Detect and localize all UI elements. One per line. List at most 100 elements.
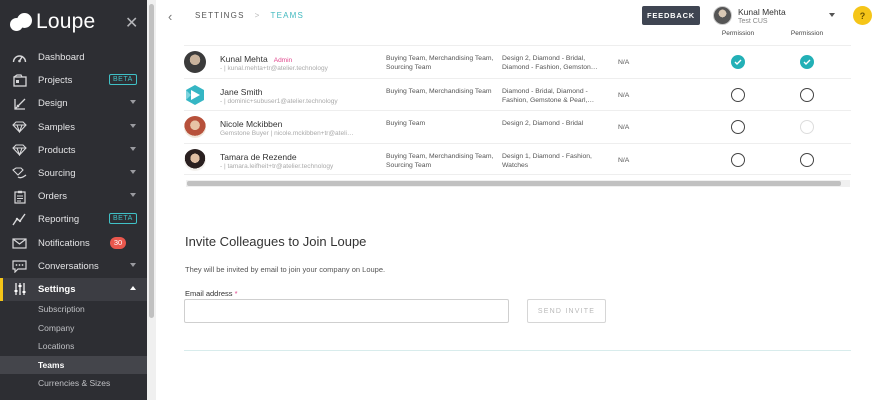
admin-tag: Admin xyxy=(273,57,293,64)
chevron-down-icon[interactable] xyxy=(130,146,136,151)
sidebar-item-label: Reporting xyxy=(38,214,80,226)
breadcrumb-teams: TEAMS xyxy=(270,11,305,20)
clipboard-icon xyxy=(12,189,27,204)
divider xyxy=(184,350,851,351)
table-row: Tamara de Rezende - | tamara.leifheit+tr… xyxy=(184,142,851,175)
member-name: Jane Smith xyxy=(220,86,263,97)
loupe-logo[interactable]: Loupe xyxy=(10,10,95,34)
chevron-down-icon[interactable] xyxy=(829,13,835,17)
user-avatar[interactable] xyxy=(713,6,732,25)
permission-checkbox[interactable] xyxy=(731,55,745,69)
notification-count-badge: 30 xyxy=(110,236,126,249)
sidebar-item-label: Dashboard xyxy=(38,52,85,64)
chevron-right-icon: > xyxy=(254,11,261,20)
sidebar-item-label: Samples xyxy=(38,121,75,133)
loupe-logo-icon xyxy=(10,12,32,32)
help-button[interactable]: ? xyxy=(853,6,872,25)
close-icon[interactable]: ✕ xyxy=(125,13,138,33)
chart-icon xyxy=(12,212,27,227)
member-categories: Diamond - Bridal, Diamond - Fashion, Gem… xyxy=(502,87,595,104)
horizontal-scrollbar[interactable] xyxy=(186,180,850,187)
subnav-item-teams[interactable]: Teams xyxy=(0,355,147,374)
check-icon xyxy=(734,59,742,65)
invite-title: Invite Colleagues to Join Loupe xyxy=(185,234,367,249)
sidebar-item-sourcing[interactable]: Sourcing xyxy=(0,162,147,185)
sidebar-item-label: Design xyxy=(38,98,68,110)
permission-checkbox[interactable] xyxy=(731,152,745,167)
sidebar-item-samples[interactable]: Samples xyxy=(0,116,147,139)
permission-checkbox[interactable] xyxy=(800,55,814,69)
sidebar-item-label: Conversations xyxy=(38,260,99,272)
chevron-left-icon[interactable]: ‹ xyxy=(168,9,172,24)
table-row: Nicole Mckibben Gemstone Buyer | nicole.… xyxy=(184,110,851,143)
sidebar-item-label: Notifications xyxy=(38,237,90,249)
breadcrumb: SETTINGS > TEAMS xyxy=(195,11,304,20)
permission-checkbox[interactable] xyxy=(731,120,745,134)
member-categories: Design 1, Diamond - Fashion, Watches xyxy=(502,152,592,169)
chat-icon xyxy=(12,259,27,274)
sidebar-item-design[interactable]: Design xyxy=(0,92,147,115)
diamond-icon xyxy=(12,143,27,158)
scrollbar-thumb[interactable] xyxy=(149,4,154,318)
member-extra: N/A xyxy=(618,91,630,99)
chevron-down-icon[interactable] xyxy=(130,262,136,267)
vertical-scrollbar[interactable] xyxy=(147,0,156,400)
sidebar-item-label: Sourcing xyxy=(38,168,76,180)
sidebar-item-projects[interactable]: Projects BETA xyxy=(0,69,147,92)
chevron-down-icon[interactable] xyxy=(130,100,136,105)
breadcrumb-settings[interactable]: SETTINGS xyxy=(195,11,245,20)
subnav-item-company[interactable]: Company xyxy=(0,319,147,338)
sidebar-item-orders[interactable]: Orders xyxy=(0,185,147,208)
permission-checkbox[interactable] xyxy=(800,87,814,102)
chevron-down-icon[interactable] xyxy=(130,193,136,198)
member-categories: Design 2, Diamond - Bridal xyxy=(502,120,584,127)
member-extra: N/A xyxy=(618,124,630,131)
sidebar-item-label: Orders xyxy=(38,191,68,203)
member-extra: N/A xyxy=(618,59,630,66)
sidebar-item-label: Projects xyxy=(38,75,73,87)
chevron-down-icon[interactable] xyxy=(130,123,136,128)
member-extra: N/A xyxy=(618,156,630,164)
beta-badge: BETA xyxy=(109,213,137,225)
member-name: Tamara de Rezende xyxy=(220,151,297,162)
member-categories: Design 2, Diamond - Bridal, Diamond - Fa… xyxy=(502,55,598,71)
design-icon xyxy=(12,96,27,111)
diamond-icon xyxy=(12,120,27,135)
member-teams: Buying Team, Merchandising Team, Sourcin… xyxy=(386,152,494,169)
sidebar-item-dashboard[interactable]: Dashboard xyxy=(0,46,147,69)
envelope-icon xyxy=(12,236,27,251)
permission-checkbox[interactable] xyxy=(800,152,814,167)
chevron-down-icon[interactable] xyxy=(130,169,136,174)
sidebar-nav: Dashboard Projects BETA Design Samples P… xyxy=(0,46,147,302)
sidebar-item-label: Products xyxy=(38,144,76,156)
subnav-item-currencies-sizes[interactable]: Currencies & Sizes xyxy=(0,374,147,393)
sidebar-item-notifications[interactable]: Notifications 30 xyxy=(0,232,147,255)
subnav-item-locations[interactable]: Locations xyxy=(0,337,147,356)
sidebar-item-products[interactable]: Products xyxy=(0,139,147,162)
member-name: Kunal Mehta Admin xyxy=(220,54,293,64)
beta-badge: BETA xyxy=(109,74,137,86)
permission-checkbox[interactable] xyxy=(731,87,745,102)
table-row: Jane Smith - | dominic+subuser1@atelier.… xyxy=(184,77,851,111)
send-invite-button[interactable]: SEND INVITE xyxy=(527,299,606,323)
dashboard-icon xyxy=(12,50,27,65)
logo-text: Loupe xyxy=(36,10,96,33)
user-name[interactable]: Kunal Mehta xyxy=(738,7,786,17)
table-row: Kunal Mehta Admin - | kunal.mehta+tr@atel… xyxy=(184,45,851,78)
member-email: - | dominic+subuser1@atelier.technology xyxy=(220,97,338,105)
sourcing-icon xyxy=(12,166,27,181)
user-company: Test CUS xyxy=(738,18,768,25)
sidebar-item-conversations[interactable]: Conversations xyxy=(0,255,147,278)
feedback-button[interactable]: FEEDBACK xyxy=(642,6,700,25)
member-teams: Buying Team xyxy=(386,120,426,127)
email-input[interactable] xyxy=(184,299,509,323)
check-icon xyxy=(803,59,811,65)
permission-checkbox[interactable] xyxy=(800,120,814,134)
invite-subtitle: They will be invited by email to join yo… xyxy=(185,265,386,274)
email-label: Email address * xyxy=(185,289,238,298)
sidebar-item-settings[interactable]: Settings xyxy=(0,277,147,302)
sidebar-item-reporting[interactable]: Reporting BETA xyxy=(0,208,147,231)
subnav-item-subscription[interactable]: Subscription xyxy=(0,300,147,319)
chevron-up-icon[interactable] xyxy=(130,285,136,290)
scrollbar-thumb[interactable] xyxy=(187,181,841,186)
